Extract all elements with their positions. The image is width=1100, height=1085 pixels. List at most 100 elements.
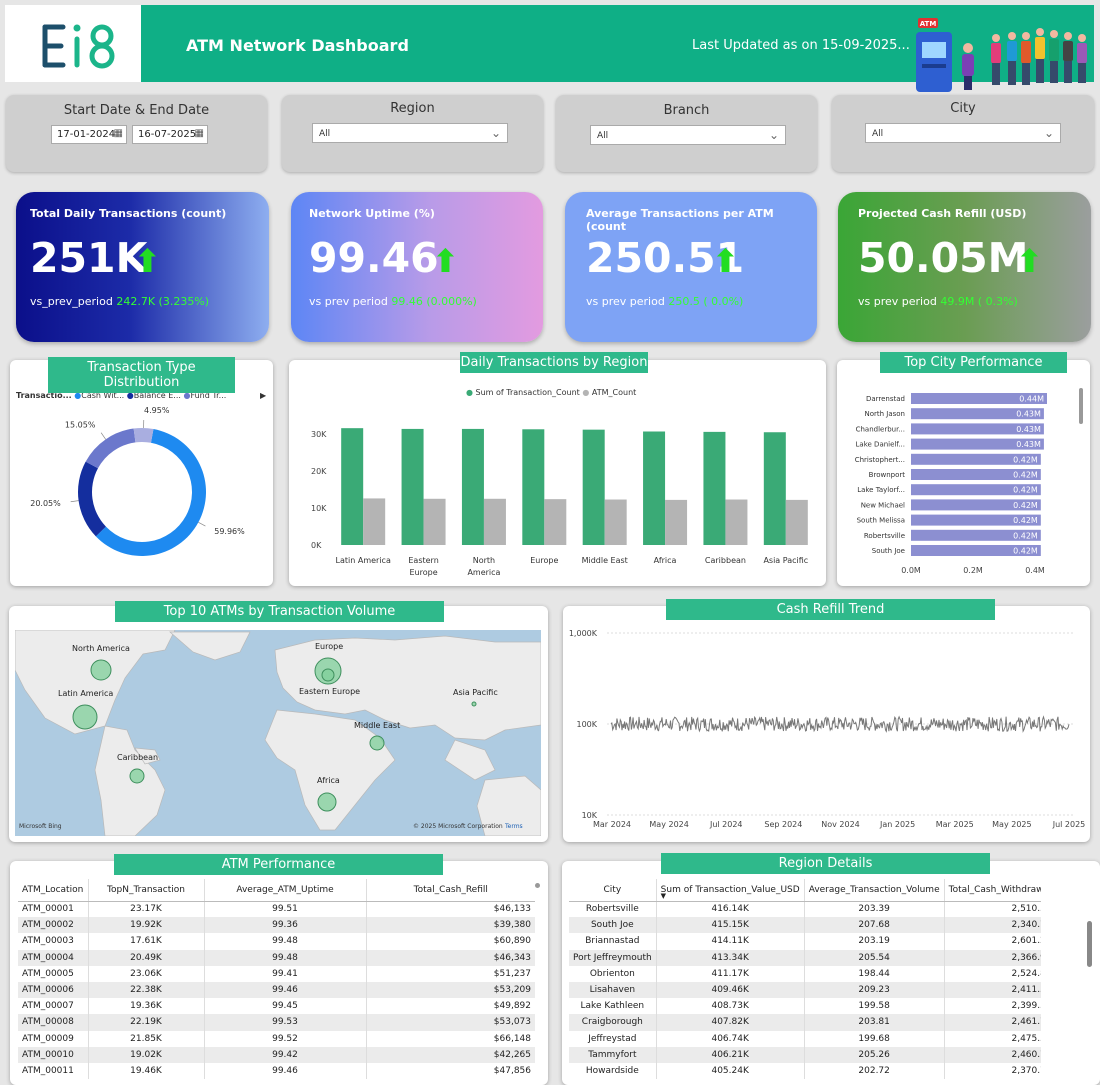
sort-desc-icon[interactable]: ▼ [661, 892, 666, 900]
table-row[interactable]: ATM_00003 17.61K 99.48 $60,890 [18, 933, 535, 950]
world-map[interactable]: North America Latin America Europe Easte… [15, 630, 541, 836]
bar-atm-count[interactable] [665, 499, 688, 545]
bar-atm-count[interactable] [483, 498, 506, 545]
table-cell: 2,399.35 [943, 998, 1041, 1015]
table-row[interactable]: ATM_00001 23.17K 99.51 $46,133 [18, 901, 535, 918]
bar-transactions[interactable] [461, 428, 484, 545]
y-tick-label: 0K [311, 541, 322, 550]
table-row[interactable]: Lake Kathleen 408.73K199.582,399.35 [569, 998, 1041, 1015]
bar-atm-count[interactable] [785, 499, 808, 545]
map-label-north-america: North America [72, 644, 130, 653]
table-row[interactable]: ATM_00011 19.46K 99.46 $47,856 [18, 1062, 535, 1080]
legend-item[interactable]: Sum of Transaction_Count [476, 388, 580, 397]
table-cell: 414.11K [655, 933, 805, 950]
city-label: North Jason [864, 410, 905, 418]
column-header[interactable]: Total_Cash_Refill [365, 879, 535, 902]
kpi-value: 50.05M [858, 234, 1029, 282]
donut-slice[interactable] [133, 428, 154, 443]
table-cell: 23.17K [87, 901, 204, 918]
table-row[interactable]: ATM_00006 22.38K 99.46 $53,209 [18, 981, 535, 999]
table-row[interactable]: Tammyfort406.21K205.262,460.73 [569, 1046, 1041, 1063]
calendar-icon[interactable]: ▦ [114, 128, 123, 139]
table-cell: ATM_00006 [18, 981, 88, 999]
column-header[interactable]: Total_Cash_Withdrawal [943, 879, 1041, 902]
calendar-icon[interactable]: ▦ [195, 128, 204, 139]
map-label-africa: Africa [317, 776, 340, 785]
kpi-value: 251K [30, 234, 148, 282]
table-row[interactable]: ATM_00004 20.49K 99.48 $46,343 [18, 949, 535, 966]
bar-transactions[interactable] [643, 431, 666, 545]
table-row[interactable]: ATM_00010 19.02K 99.42 $42,265 [18, 1046, 535, 1063]
table-row[interactable]: Robertsville 416.14K203.392,510.36 [569, 901, 1041, 918]
scrollbar-thumb[interactable] [1087, 921, 1092, 967]
bar-transactions[interactable] [341, 428, 364, 545]
table-row[interactable]: ATM_00002 19.92K 99.36 $39,380 [18, 917, 535, 934]
table-row[interactable]: ATM_00009 21.85K 99.52 $66,148 [18, 1030, 535, 1047]
table-cell: 99.52 [203, 1030, 366, 1047]
column-header[interactable]: Sum of Transaction_Value_USD ▼ [655, 879, 805, 902]
table-row[interactable]: Jeffreystad 406.74K199.682,475.51 [569, 1030, 1041, 1047]
x-tick-label: Jul 2025 [1052, 820, 1086, 829]
bar-atm-count[interactable] [544, 499, 567, 545]
table-cell: 17.61K [87, 933, 204, 950]
column-header[interactable]: Average_ATM_Uptime [203, 879, 366, 902]
table-cell: $42,265 [365, 1046, 535, 1063]
table-cell: ATM_00007 [22, 1001, 74, 1012]
city-dropdown[interactable]: All ⌄ [865, 123, 1061, 143]
bar-transactions[interactable] [703, 431, 726, 545]
city-label: Christophert... [855, 456, 905, 464]
table-cell: 20.49K [87, 949, 204, 966]
bar-transactions[interactable] [763, 432, 786, 545]
branch-dropdown[interactable]: All ⌄ [590, 125, 786, 145]
region-dropdown[interactable]: All ⌄ [312, 123, 508, 143]
bar-transactions[interactable] [401, 428, 424, 545]
kpi-card-total-transactions: Total Daily Transactions (count) 251K ⬆ … [16, 192, 269, 342]
bar-transactions[interactable] [522, 429, 545, 545]
last-updated-text: Last Updated as on 15-09-2025... [692, 38, 910, 53]
bar-atm-count[interactable] [423, 498, 446, 545]
map-bubble-middle-east [369, 735, 385, 751]
column-header[interactable]: TopN_Transaction [87, 879, 204, 902]
kpi-comparison: vs prev period 49.9M ( 0.3%) [858, 295, 1018, 308]
table-cell: $60,890 [365, 933, 535, 950]
column-header[interactable]: Average_Transaction_Volume [803, 879, 945, 902]
legend-item[interactable]: ATM_Count [592, 388, 636, 397]
legend-scroll-arrow-icon[interactable]: ▶ [260, 391, 266, 400]
column-header[interactable]: City [569, 879, 657, 902]
bar-transactions[interactable] [582, 429, 605, 545]
table-cell: ATM_00011 [22, 1065, 74, 1076]
donut-label-leader [198, 521, 206, 527]
table-row[interactable]: Howardside 405.24K202.722,370.75 [569, 1062, 1041, 1080]
column-header[interactable]: ATM_Location [18, 879, 88, 902]
donut-slice[interactable] [85, 428, 136, 469]
table-row[interactable]: ATM_00007 19.36K 99.45 $49,892 [18, 998, 535, 1015]
table-cell: 99.45 [203, 998, 366, 1015]
bar-atm-count[interactable] [725, 499, 748, 545]
map-copyright: © 2025 Microsoft Corporation [413, 823, 503, 830]
table-row[interactable]: Obrienton 411.17K198.442,524.80 [569, 965, 1041, 982]
start-date-input[interactable]: 17-01-2024 ▦ [51, 125, 127, 144]
bar-atm-count[interactable] [363, 498, 386, 545]
map-bubble-africa [317, 792, 337, 812]
x-tick-label: Jul 2024 [709, 820, 743, 829]
scrollbar-thumb[interactable] [535, 883, 540, 888]
table-cell: 209.23 [803, 981, 945, 999]
x-tick-label: Asia Pacific [763, 556, 808, 565]
table-row[interactable]: ATM_00008 22.19K 99.53 $53,073 [18, 1014, 535, 1031]
map-label-eastern-europe: Eastern Europe [299, 687, 360, 696]
bar-atm-count[interactable] [604, 499, 627, 545]
table-row[interactable]: Port Jeffreymouth413.34K205.542,366.97 [569, 949, 1041, 966]
table-row[interactable]: Craigborough407.82K203.812,461.77 [569, 1014, 1041, 1031]
table-cell: 406.21K [655, 1046, 805, 1063]
table-row[interactable]: Lisahaven409.46K209.232,411.37 [569, 981, 1041, 999]
table-row[interactable]: ATM_00005 23.06K 99.41 $51,237 [18, 965, 535, 982]
city-bar-value: 0.42M [1013, 531, 1038, 540]
branch-slicer-title: Branch [663, 103, 710, 118]
table-row[interactable]: South Joe415.15K207.682,340.75 [569, 917, 1041, 934]
end-date-input[interactable]: 16-07-2025 ▦ [132, 125, 208, 144]
donut-slice[interactable] [78, 461, 106, 537]
x-tick-label: Africa [654, 556, 677, 565]
table-row[interactable]: Briannastad 414.11K203.192,601.27 [569, 933, 1041, 950]
scrollbar-thumb[interactable] [1079, 388, 1083, 424]
table-cell: ATM_00001 [22, 904, 74, 915]
